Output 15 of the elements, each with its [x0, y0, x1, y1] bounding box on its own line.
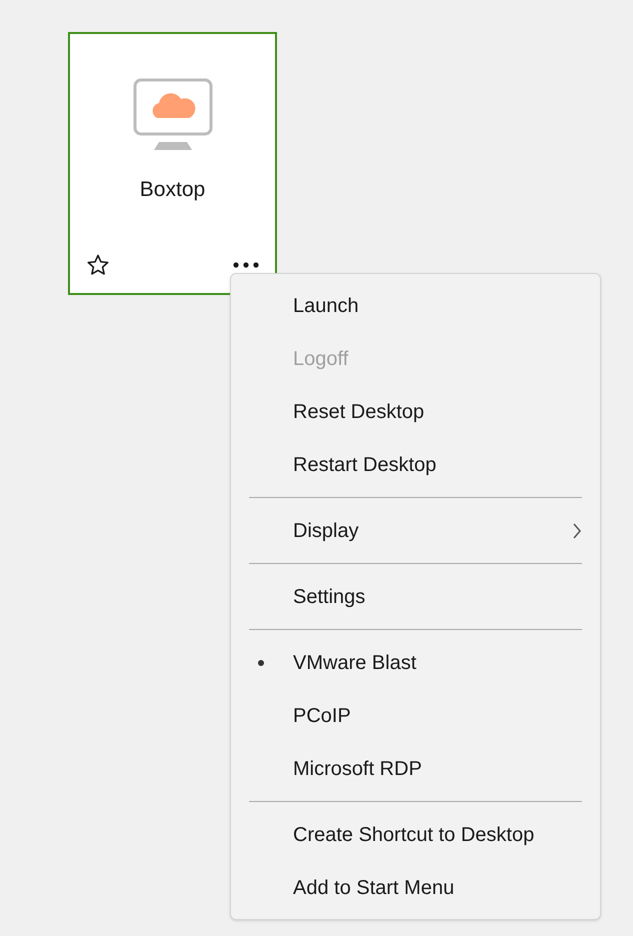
menu-item[interactable]: Create Shortcut to Desktop: [231, 808, 600, 861]
chevron-right-icon: [572, 522, 582, 540]
tile-title: Boxtop: [140, 177, 206, 203]
star-icon[interactable]: [86, 253, 110, 277]
menu-item[interactable]: VMware Blast: [231, 636, 600, 689]
menu-item[interactable]: Restart Desktop: [231, 438, 600, 491]
menu-item[interactable]: PCoIP: [231, 689, 600, 742]
more-icon[interactable]: [233, 262, 259, 268]
menu-item[interactable]: Add to Start Menu: [231, 861, 600, 914]
menu-item[interactable]: Display: [231, 504, 600, 557]
menu-item[interactable]: Reset Desktop: [231, 385, 600, 438]
desktop-tile[interactable]: Boxtop: [68, 32, 277, 295]
menu-item[interactable]: Settings: [231, 570, 600, 623]
menu-item[interactable]: Microsoft RDP: [231, 742, 600, 795]
monitor-cloud-icon: [132, 78, 212, 152]
